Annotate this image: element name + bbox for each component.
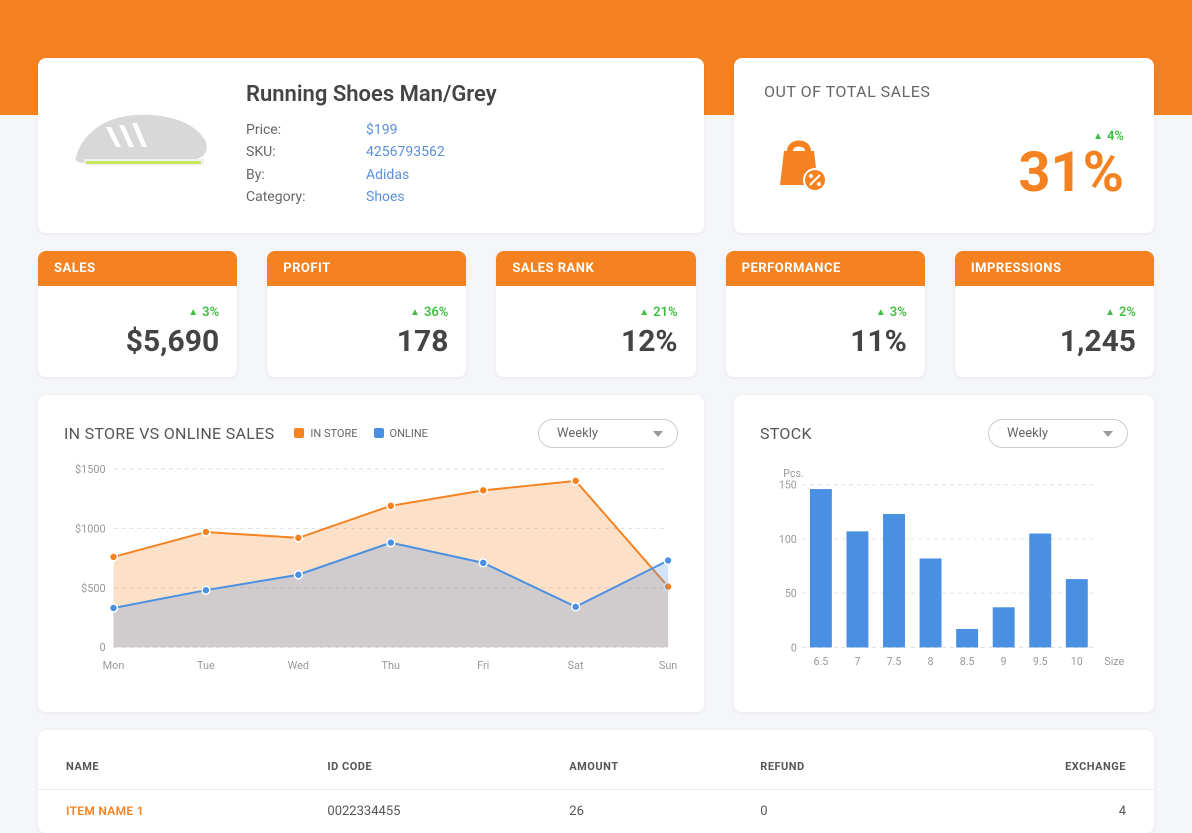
metric-profit-value: 178 <box>285 324 448 359</box>
svg-text:7.5: 7.5 <box>887 654 902 667</box>
price-value: $199 <box>366 119 397 141</box>
svg-text:$500: $500 <box>81 581 105 594</box>
items-table-card: NAME ID CODE AMOUNT REFUND EXCHANGE ITEM… <box>38 730 1154 833</box>
metric-profit: PROFIT 36% 178 <box>267 251 466 377</box>
th-idcode: ID CODE <box>307 752 549 790</box>
svg-text:0: 0 <box>791 641 797 654</box>
svg-text:Mon: Mon <box>103 659 125 672</box>
svg-text:Size: Size <box>1104 654 1124 667</box>
svg-text:Thu: Thu <box>382 659 400 672</box>
metric-impressions-title: IMPRESSIONS <box>955 251 1154 286</box>
legend-online-color <box>374 428 384 438</box>
metric-performance-value: 11% <box>744 324 907 359</box>
metric-sales-value: $5,690 <box>56 324 219 359</box>
svg-text:100: 100 <box>779 532 797 545</box>
cell-refund: 0 <box>740 789 921 833</box>
th-exchange: EXCHANGE <box>921 752 1154 790</box>
svg-text:9: 9 <box>1001 654 1007 667</box>
table-row[interactable]: ITEM NAME 1 0022334455 26 0 4 <box>38 789 1154 833</box>
metric-sales: SALES 3% $5,690 <box>38 251 237 377</box>
metric-performance-change: 3% <box>876 305 907 320</box>
category-label: Category: <box>246 186 366 208</box>
svg-text:Tue: Tue <box>197 659 215 672</box>
legend-online: ONLINE <box>390 427 428 440</box>
th-name: NAME <box>38 752 307 790</box>
sales-chart-legend: IN STORE ONLINE <box>294 427 428 440</box>
product-title: Running Shoes Man/Grey <box>246 82 497 107</box>
svg-text:Sat: Sat <box>568 659 584 672</box>
svg-text:Fri: Fri <box>477 659 489 672</box>
stock-chart-title: STOCK <box>760 424 812 443</box>
total-sales-title: OUT OF TOTAL SALES <box>764 82 1124 101</box>
metric-profit-change: 36% <box>410 305 448 320</box>
sales-chart-dropdown[interactable]: Weekly <box>538 419 678 448</box>
svg-text:50: 50 <box>785 587 797 600</box>
by-label: By: <box>246 164 366 186</box>
svg-text:$1500: $1500 <box>75 462 106 475</box>
svg-text:7: 7 <box>854 654 860 667</box>
metric-performance: PERFORMANCE 3% 11% <box>726 251 925 377</box>
th-refund: REFUND <box>740 752 921 790</box>
metric-impressions-value: 1,245 <box>973 324 1136 359</box>
product-card: Running Shoes Man/Grey Price:$199 SKU:42… <box>38 58 704 233</box>
sku-label: SKU: <box>246 141 366 163</box>
legend-instore: IN STORE <box>310 427 357 440</box>
svg-text:6.5: 6.5 <box>813 654 828 667</box>
line-chart: $1500 $1000 $500 0 Mon Tue Wed Thu Fri Sat Sun <box>64 458 678 678</box>
stock-chart-card: STOCK Weekly Pcs.1501005006.577.588.599.… <box>734 395 1154 712</box>
metric-impressions-change: 2% <box>1105 305 1136 320</box>
sales-chart-title: IN STORE VS ONLINE SALES <box>64 424 274 443</box>
bag-percent-icon <box>764 125 834 199</box>
svg-text:10: 10 <box>1071 654 1083 667</box>
total-sales-value: 31% <box>1018 144 1124 200</box>
metric-profit-title: PROFIT <box>267 251 466 286</box>
legend-instore-color <box>294 428 304 438</box>
svg-text:$1000: $1000 <box>75 522 106 535</box>
metric-sales-change: 3% <box>188 305 219 320</box>
metric-sales-rank-title: SALES RANK <box>496 251 695 286</box>
metric-impressions: IMPRESSIONS 2% 1,245 <box>955 251 1154 377</box>
total-sales-card: OUT OF TOTAL SALES 4% 31% <box>734 58 1154 233</box>
sales-chart-card: IN STORE VS ONLINE SALES IN STORE ONLINE… <box>38 395 704 712</box>
svg-text:Wed: Wed <box>288 659 309 672</box>
product-info: Running Shoes Man/Grey Price:$199 SKU:42… <box>246 82 497 209</box>
cell-exchange: 4 <box>921 789 1154 833</box>
svg-text:0: 0 <box>99 641 105 654</box>
th-amount: AMOUNT <box>549 752 740 790</box>
cell-name: ITEM NAME 1 <box>38 789 307 833</box>
product-image <box>66 82 216 182</box>
svg-text:150: 150 <box>779 478 797 491</box>
sku-value: 4256793562 <box>366 141 445 163</box>
price-label: Price: <box>246 119 366 141</box>
metric-sales-rank: SALES RANK 21% 12% <box>496 251 695 377</box>
svg-text:8: 8 <box>928 654 934 667</box>
svg-text:8.5: 8.5 <box>960 654 975 667</box>
by-value: Adidas <box>366 164 409 186</box>
metric-sales-rank-change: 21% <box>639 305 677 320</box>
metric-performance-title: PERFORMANCE <box>726 251 925 286</box>
cell-idcode: 0022334455 <box>307 789 549 833</box>
metric-sales-rank-value: 12% <box>514 324 677 359</box>
stock-chart-dropdown[interactable]: Weekly <box>988 419 1128 448</box>
metric-sales-title: SALES <box>38 251 237 286</box>
svg-text:Sun: Sun <box>659 659 677 672</box>
items-table: NAME ID CODE AMOUNT REFUND EXCHANGE ITEM… <box>38 752 1154 833</box>
bar-chart: Pcs.1501005006.577.588.599.510Size <box>760 458 1128 678</box>
cell-amount: 26 <box>549 789 740 833</box>
svg-text:9.5: 9.5 <box>1033 654 1048 667</box>
category-value: Shoes <box>366 186 405 208</box>
